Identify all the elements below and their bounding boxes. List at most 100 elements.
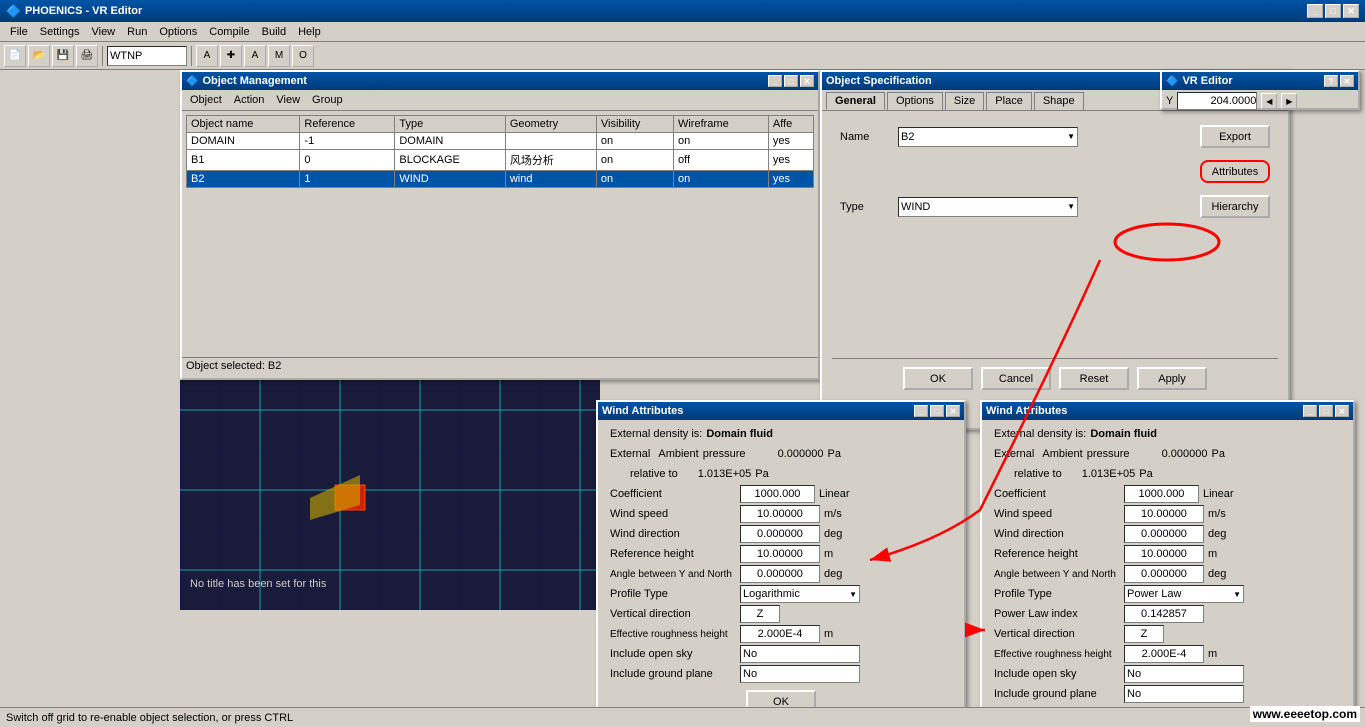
toolbar-btn3[interactable]: A xyxy=(244,45,266,67)
y-left-btn[interactable]: ◀ xyxy=(1261,93,1277,109)
wa1-relative-unit: Pa xyxy=(755,468,768,480)
export-button[interactable]: Export xyxy=(1200,125,1270,148)
wa2-roughness-input[interactable] xyxy=(1124,645,1204,663)
maximize-button[interactable]: □ xyxy=(1325,4,1341,18)
table-row[interactable]: B2 1 WIND wind on on yes xyxy=(187,171,814,188)
type-dropdown[interactable]: WIND ▼ xyxy=(898,197,1078,217)
wa1-opensky-row: Include open sky No xyxy=(602,644,960,664)
wa2-close-btn[interactable]: ✕ xyxy=(1335,405,1349,417)
menu-view[interactable]: View xyxy=(85,24,121,40)
wa2-coeff-row: Coefficient Linear xyxy=(986,484,1349,504)
col-wireframe: Wireframe xyxy=(673,116,768,133)
tab-general[interactable]: General xyxy=(826,92,885,110)
app-titlebar: 🔷 PHOENICS - VR Editor _ □ ✕ xyxy=(0,0,1365,22)
row0-ref: -1 xyxy=(300,133,395,150)
tab-shape[interactable]: Shape xyxy=(1034,92,1084,110)
wa1-density-label: External density is: xyxy=(610,428,702,440)
ok-button[interactable]: OK xyxy=(903,367,973,390)
toolbar-btn2[interactable]: ✚ xyxy=(220,45,242,67)
wa1-vertical-input[interactable] xyxy=(740,605,780,623)
menu-file[interactable]: File xyxy=(4,24,34,40)
row1-name: B1 xyxy=(187,150,300,171)
name-dropdown[interactable]: B2 ▼ xyxy=(898,127,1078,147)
om-close-btn[interactable]: ✕ xyxy=(800,75,814,87)
wa1-speed-input[interactable] xyxy=(740,505,820,523)
cancel-button[interactable]: Cancel xyxy=(981,367,1051,390)
col-visibility: Visibility xyxy=(596,116,673,133)
wa1-minimize-btn[interactable]: _ xyxy=(914,405,928,417)
wa2-opensky-label: Include open sky xyxy=(994,668,1124,680)
apply-button[interactable]: Apply xyxy=(1137,367,1207,390)
menu-run[interactable]: Run xyxy=(121,24,153,40)
wa2-groundplane-dropdown[interactable]: No xyxy=(1124,685,1244,703)
wa1-profile-dropdown[interactable]: Logarithmic ▼ xyxy=(740,585,860,603)
wa2-minimize-btn[interactable]: _ xyxy=(1303,405,1317,417)
menu-settings[interactable]: Settings xyxy=(34,24,86,40)
wa1-close-btn[interactable]: ✕ xyxy=(946,405,960,417)
toolbar-input[interactable]: WTNP xyxy=(107,46,187,66)
wa1-roughness-input[interactable] xyxy=(740,625,820,643)
om-minimize-btn[interactable]: _ xyxy=(768,75,782,87)
wa2-coeff-input[interactable] xyxy=(1124,485,1199,503)
wa2-angle-input[interactable] xyxy=(1124,565,1204,583)
submenu-group[interactable]: Group xyxy=(306,92,349,108)
wa2-maximize-btn[interactable]: □ xyxy=(1319,405,1333,417)
open-button[interactable]: 📂 xyxy=(28,45,50,67)
wa1-refheight-input[interactable] xyxy=(740,545,820,563)
submenu-object[interactable]: Object xyxy=(184,92,228,108)
wa1-opensky-dropdown[interactable]: No xyxy=(740,645,860,663)
om-maximize-btn[interactable]: □ xyxy=(784,75,798,87)
col-type: Type xyxy=(395,116,505,133)
wa1-angle-input[interactable] xyxy=(740,565,820,583)
print-button[interactable]: 🖨 xyxy=(76,45,98,67)
row0-name: DOMAIN xyxy=(187,133,300,150)
vr-editor-window: 🔷 VR Editor ? ✕ Y 204.0000 ◀ ▶ xyxy=(1160,70,1360,110)
object-management-titlebar: 🔷 Object Management _ □ ✕ xyxy=(182,72,818,90)
vr-close-btn[interactable]: ✕ xyxy=(1340,75,1354,87)
submenu-view[interactable]: View xyxy=(270,92,306,108)
vr-help-btn[interactable]: ? xyxy=(1324,75,1338,87)
wa1-pressure-unit: Pa xyxy=(828,448,841,460)
tab-place[interactable]: Place xyxy=(986,92,1032,110)
object-specification-window: Object Specification ✕ General Options S… xyxy=(820,70,1290,430)
wind-attributes-1-window: Wind Attributes _ □ ✕ External density i… xyxy=(596,400,966,727)
wa2-refheight-input[interactable] xyxy=(1124,545,1204,563)
toolbar-btn5[interactable]: O xyxy=(292,45,314,67)
attributes-button[interactable]: Attributes xyxy=(1200,160,1270,183)
menu-options[interactable]: Options xyxy=(153,24,203,40)
wa1-groundplane-value: No xyxy=(743,668,757,680)
toolbar-btn4[interactable]: M xyxy=(268,45,290,67)
table-row[interactable]: DOMAIN -1 DOMAIN on on yes xyxy=(187,133,814,150)
reset-button[interactable]: Reset xyxy=(1059,367,1129,390)
wa2-profile-dropdown[interactable]: Power Law ▼ xyxy=(1124,585,1244,603)
wa2-opensky-dropdown[interactable]: No xyxy=(1124,665,1244,683)
wa2-angle-label: Angle between Y and North xyxy=(994,569,1124,580)
wa2-vertical-input[interactable] xyxy=(1124,625,1164,643)
object-management-title: Object Management xyxy=(202,75,307,87)
submenu-action[interactable]: Action xyxy=(228,92,271,108)
new-button[interactable]: 📄 xyxy=(4,45,26,67)
menu-compile[interactable]: Compile xyxy=(203,24,255,40)
object-spec-title: Object Specification xyxy=(826,75,932,87)
wa1-coeff-input[interactable] xyxy=(740,485,815,503)
tab-size[interactable]: Size xyxy=(945,92,984,110)
wa1-maximize-btn[interactable]: □ xyxy=(930,405,944,417)
wa1-groundplane-dropdown[interactable]: No xyxy=(740,665,860,683)
row0-wire: on xyxy=(673,133,768,150)
table-row[interactable]: B1 0 BLOCKAGE 风场分析 on off yes xyxy=(187,150,814,171)
save-button[interactable]: 💾 xyxy=(52,45,74,67)
wa1-direction-input[interactable] xyxy=(740,525,820,543)
menu-build[interactable]: Build xyxy=(256,24,292,40)
grid-no-title: No title has been set for this xyxy=(190,578,326,590)
wa2-direction-input[interactable] xyxy=(1124,525,1204,543)
minimize-button[interactable]: _ xyxy=(1307,4,1323,18)
menu-help[interactable]: Help xyxy=(292,24,327,40)
hierarchy-button[interactable]: Hierarchy xyxy=(1200,195,1270,218)
y-right-btn[interactable]: ▶ xyxy=(1281,93,1297,109)
wa2-powerlaw-input[interactable] xyxy=(1124,605,1204,623)
y-input[interactable]: 204.0000 xyxy=(1177,92,1257,110)
tab-options[interactable]: Options xyxy=(887,92,943,110)
toolbar-btn1[interactable]: A xyxy=(196,45,218,67)
wa2-speed-input[interactable] xyxy=(1124,505,1204,523)
close-button[interactable]: ✕ xyxy=(1343,4,1359,18)
